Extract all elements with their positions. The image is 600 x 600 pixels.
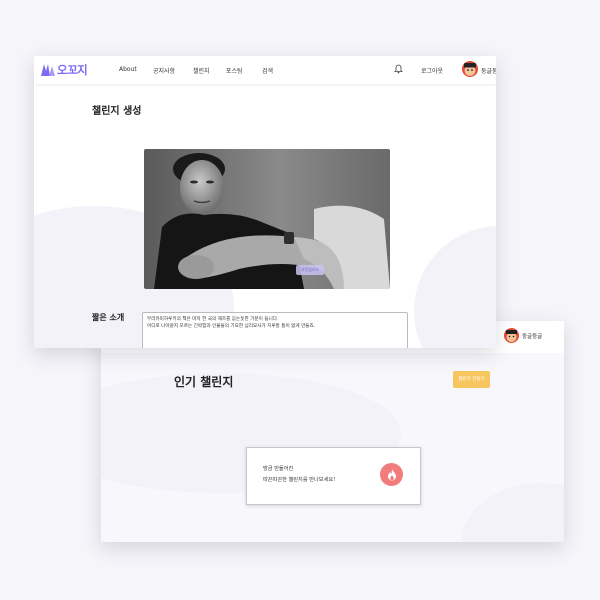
intro-label: 짧은 소개 — [92, 313, 125, 322]
background-wave — [461, 483, 564, 542]
logo-text: 오꼬지 — [57, 63, 88, 77]
section-title: 인기 챌린지 — [174, 375, 234, 389]
challenge-card[interactable]: 방금 만들어진 따끈따끈한 챌린지를 만나보세요! — [246, 447, 421, 505]
nav-item-notice[interactable]: 공지사항 — [153, 66, 175, 75]
background-wave — [414, 226, 496, 348]
intro-line: 무라카미하루키의 책은 마치 한 국의 재즈를 듣는듯한 기분이 듭니다. — [147, 317, 279, 322]
nav-item-about[interactable]: About — [119, 66, 137, 73]
username-label[interactable]: 둥글둥 — [481, 66, 496, 75]
page-title: 챌린지 생성 — [92, 106, 142, 117]
nav-item-search[interactable]: 검색 — [262, 66, 273, 75]
card-line: 방금 만들어진 — [263, 466, 294, 472]
create-challenge-button[interactable]: 챌린지 만들기 — [453, 371, 490, 388]
bell-icon[interactable] — [394, 64, 403, 74]
fire-icon — [380, 463, 403, 486]
photo-image — [144, 149, 390, 289]
username-label[interactable]: 둥글둥글 — [522, 332, 542, 340]
card-text: 방금 만들어진 따끈따끈한 챌린지를 만나보세요! — [263, 464, 335, 486]
avatar[interactable] — [462, 61, 478, 77]
challenge-photo[interactable]: 사진업로드 — [144, 149, 390, 289]
intro-line: 어디로 나아갈지 모르는 긴박함과 인물들의 기묘한 심리묘사가 지루할 틈이 … — [147, 324, 316, 329]
challenge-create-window: 오꼬지 About 공지사항 챌린지 포스팅 검색 로그아웃 둥글둥 챌린지 생… — [34, 56, 496, 348]
nav-item-challenge[interactable]: 챌린지 — [193, 66, 210, 75]
top-nav: 오꼬지 About 공지사항 챌린지 포스팅 검색 로그아웃 둥글둥 — [34, 56, 496, 84]
popular-challenge-window: 둥글둥글 인기 챌린지 챌린지 만들기 방금 만들어진 따끈따끈한 챌린지를 만… — [101, 321, 564, 542]
nav-item-posting[interactable]: 포스팅 — [226, 66, 243, 75]
upload-photo-button[interactable]: 사진업로드 — [296, 265, 324, 275]
avatar[interactable] — [504, 328, 519, 343]
intro-textarea[interactable]: 무라카미하루키의 책은 마치 한 국의 재즈를 듣는듯한 기분이 듭니다. 어디… — [142, 312, 408, 348]
logo-icon — [41, 64, 55, 76]
logout-link[interactable]: 로그아웃 — [421, 66, 443, 75]
card-line: 따끈따끈한 챌린지를 만나보세요! — [263, 477, 336, 483]
logo[interactable]: 오꼬지 — [40, 62, 88, 78]
